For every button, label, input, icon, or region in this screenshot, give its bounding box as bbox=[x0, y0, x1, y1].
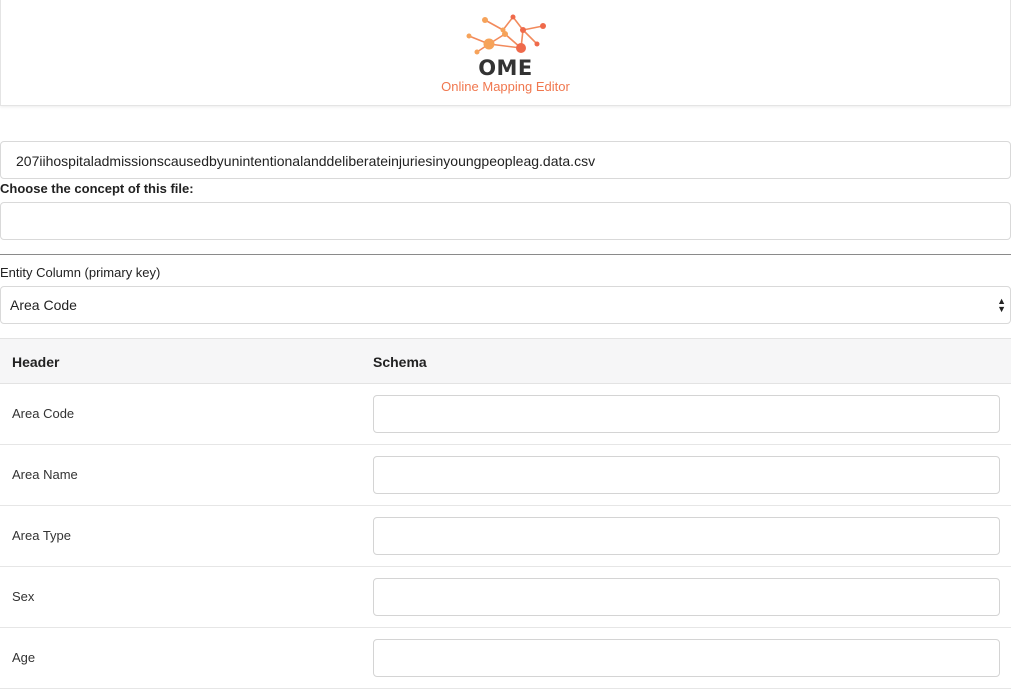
schema-input[interactable] bbox=[373, 578, 1000, 616]
table-row: Area Type bbox=[0, 506, 1011, 567]
brand-subtitle: Online Mapping Editor bbox=[441, 79, 570, 94]
entity-column-selected-value: Area Code bbox=[10, 297, 77, 313]
row-header-label: Area Type bbox=[12, 528, 72, 543]
row-header-label: Area Code bbox=[12, 406, 75, 421]
concept-label: Choose the concept of this file: bbox=[0, 181, 194, 196]
concept-input[interactable] bbox=[0, 202, 1011, 240]
network-graph-logo-icon bbox=[466, 14, 546, 55]
schema-column-title: Schema bbox=[373, 354, 427, 370]
schema-input[interactable] bbox=[373, 639, 1000, 677]
table-header-row: Header Schema bbox=[0, 338, 1011, 384]
brand-name: OME bbox=[478, 56, 533, 80]
mapping-table: Header Schema Area Code Area Name Area T… bbox=[0, 338, 1011, 689]
row-header-label: Age bbox=[12, 650, 36, 665]
app-header: OME Online Mapping Editor bbox=[0, 0, 1011, 106]
entity-column-select[interactable]: Area Code ▲ ▼ bbox=[0, 286, 1011, 324]
file-name-display: 207iihospitaladmissionscausedbyunintenti… bbox=[0, 141, 1011, 179]
row-header-label: Area Name bbox=[12, 467, 78, 482]
schema-input[interactable] bbox=[373, 517, 1000, 555]
table-row: Sex bbox=[0, 567, 1011, 628]
schema-input[interactable] bbox=[373, 395, 1000, 433]
table-row: Area Name bbox=[0, 445, 1011, 506]
table-row: Area Code bbox=[0, 384, 1011, 445]
header-column-title: Header bbox=[12, 354, 60, 370]
table-row: Age bbox=[0, 628, 1011, 689]
entity-column-label: Entity Column (primary key) bbox=[0, 265, 161, 280]
row-header-label: Sex bbox=[12, 589, 35, 604]
schema-input[interactable] bbox=[373, 456, 1000, 494]
section-divider bbox=[0, 254, 1011, 255]
select-arrows-icon: ▲ ▼ bbox=[997, 296, 1006, 314]
